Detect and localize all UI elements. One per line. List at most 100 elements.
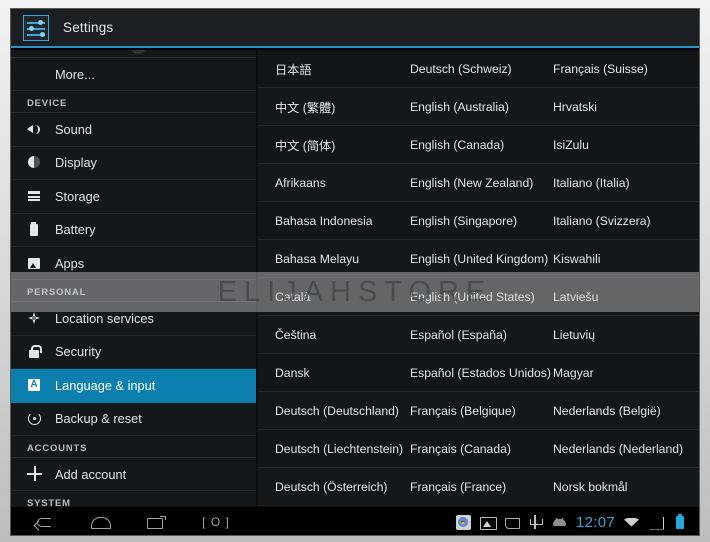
language-option[interactable]: Afrikaans <box>258 176 410 190</box>
usb-icon <box>528 514 543 530</box>
language-row[interactable]: Deutsch (Deutschland) Français (Belgique)… <box>258 392 699 430</box>
language-option[interactable]: Français (Belgique) <box>410 404 553 418</box>
language-option[interactable]: Deutsch (Österreich) <box>258 480 410 494</box>
sidebar-item-label: Backup & reset <box>55 411 142 427</box>
language-option[interactable]: Italiano (Italia) <box>553 176 698 190</box>
language-row[interactable]: 中文 (简体) English (Canada) IsiZulu <box>258 126 699 164</box>
language-option[interactable]: English (Australia) <box>410 100 553 114</box>
screen: Settings More... DEVICE Sound Display Storag… <box>10 8 700 536</box>
signal-icon <box>648 515 663 530</box>
language-option[interactable]: Nederlands (Nederland) <box>553 442 698 456</box>
sidebar-item-label: More... <box>55 66 95 82</box>
sound-icon <box>27 122 42 137</box>
language-option[interactable]: Norsk bokmål <box>553 480 698 494</box>
battery-icon <box>27 222 42 237</box>
sidebar-item-label: Location services <box>55 311 154 327</box>
language-option[interactable]: Magyar <box>553 366 698 380</box>
language-option[interactable]: Čeština <box>258 328 410 342</box>
language-option[interactable]: Lietuvių <box>553 328 698 342</box>
sidebar-item-label: Display <box>55 155 97 171</box>
language-option[interactable]: Français (Canada) <box>410 442 553 456</box>
language-option[interactable]: Deutsch (Schweiz) <box>410 62 553 76</box>
sidebar-item-language-input[interactable]: Language & input <box>11 369 256 403</box>
sidebar-item-more[interactable]: More... <box>11 58 256 92</box>
sdcard-icon <box>504 515 520 530</box>
sidebar-item-label: Add account <box>55 466 127 482</box>
home-icon[interactable] <box>89 514 111 531</box>
sidebar-item-location-services[interactable]: Location services <box>11 302 256 336</box>
gallery-icon <box>479 515 497 530</box>
language-option[interactable]: Hrvatski <box>553 100 698 114</box>
location-icon <box>27 311 42 326</box>
language-option[interactable]: English (Canada) <box>410 138 553 152</box>
battery-charging-icon <box>672 514 687 530</box>
language-option[interactable]: Español (Estados Unidos) <box>410 366 553 380</box>
language-option[interactable]: 日本語 <box>258 60 410 78</box>
sidebar-item-label: Storage <box>55 188 100 204</box>
language-option[interactable]: Latviešu <box>553 290 698 304</box>
language-option[interactable]: Català <box>258 290 410 304</box>
language-option[interactable]: Français (France) <box>410 480 553 494</box>
language-option[interactable]: Français (Suisse) <box>553 62 698 76</box>
chrome-icon <box>455 514 471 530</box>
language-row[interactable]: Bahasa Melayu English (United Kingdom) Kis… <box>258 240 699 278</box>
recent-apps-icon[interactable] <box>145 514 167 531</box>
sidebar-item-storage[interactable]: Storage <box>11 180 256 214</box>
sidebar-item-security[interactable]: Security <box>11 335 256 370</box>
sidebar-item-battery[interactable]: Battery <box>11 213 256 247</box>
language-row[interactable]: Čeština Español (España) Lietuvių <box>258 316 699 354</box>
language-option[interactable]: Deutsch (Liechtenstein) <box>258 442 410 456</box>
language-row[interactable]: 日本語 Deutsch (Schweiz) Français (Suisse) <box>258 50 699 88</box>
sidebar-item-apps[interactable]: Apps <box>11 246 256 281</box>
language-row[interactable]: Català English (United States) Latviešu <box>258 278 699 316</box>
language-option[interactable]: Deutsch (Deutschland) <box>258 404 410 418</box>
settings-sidebar[interactable]: More... DEVICE Sound Display Storage Battery A… <box>11 50 256 507</box>
language-option[interactable]: English (New Zealand) <box>410 176 553 190</box>
sidebar-item-sound[interactable]: Sound <box>11 113 256 147</box>
sidebar-scroll-edge <box>11 50 256 58</box>
language-option[interactable]: Bahasa Melayu <box>258 252 410 266</box>
sidebar-item-add-account[interactable]: Add account <box>11 457 256 492</box>
language-option[interactable]: English (Singapore) <box>410 214 553 228</box>
system-bar[interactable]: [ O ] 12:07 <box>11 507 699 535</box>
language-row[interactable]: Afrikaans English (New Zealand) Italiano (… <box>258 164 699 202</box>
status-icons[interactable]: 12:07 <box>455 513 699 531</box>
language-list-panel[interactable]: 日本語 Deutsch (Schweiz) Français (Suisse) 中文 … <box>256 50 699 507</box>
language-option[interactable]: Español (España) <box>410 328 553 342</box>
sidebar-item-label: Sound <box>55 122 93 138</box>
sidebar-item-label: Apps <box>55 255 85 271</box>
content-area: More... DEVICE Sound Display Storage Battery A… <box>11 50 699 507</box>
language-option[interactable]: Nederlands (België) <box>553 404 698 418</box>
language-option[interactable]: English (United States) <box>410 290 553 304</box>
screenshot-icon[interactable]: [ O ] <box>201 514 231 531</box>
language-option[interactable]: English (United Kingdom) <box>410 252 553 266</box>
language-row[interactable]: Deutsch (Österreich) Français (France) Nor… <box>258 468 699 506</box>
sidebar-item-display[interactable]: Display <box>11 146 256 181</box>
language-option[interactable]: 中文 (简体) <box>258 136 410 154</box>
wifi-icon <box>624 515 639 530</box>
action-bar: Settings <box>11 9 699 48</box>
backup-icon <box>27 411 42 426</box>
language-option[interactable]: IsiZulu <box>553 138 698 152</box>
status-clock: 12:07 <box>575 513 615 531</box>
language-option[interactable]: Bahasa Indonesia <box>258 214 410 228</box>
sidebar-section-accounts: ACCOUNTS <box>11 435 256 458</box>
security-icon <box>27 344 42 359</box>
spacer-icon <box>27 67 42 82</box>
storage-icon <box>27 189 42 204</box>
apps-icon <box>27 256 42 271</box>
app-title: Settings <box>63 20 114 35</box>
android-debug-icon <box>552 515 567 530</box>
language-row[interactable]: Dansk Español (Estados Unidos) Magyar <box>258 354 699 392</box>
settings-sliders-icon <box>23 14 49 41</box>
language-option[interactable]: Italiano (Svizzera) <box>553 214 698 228</box>
sidebar-item-backup-reset[interactable]: Backup & reset <box>11 402 256 436</box>
language-row[interactable]: Deutsch (Liechtenstein) Français (Canada)… <box>258 430 699 468</box>
language-row[interactable]: Bahasa Indonesia English (Singapore) Itali… <box>258 202 699 240</box>
back-icon[interactable] <box>33 514 55 531</box>
language-row[interactable]: 中文 (繁體) English (Australia) Hrvatski <box>258 88 699 126</box>
navigation-buttons[interactable]: [ O ] <box>11 514 231 531</box>
language-option[interactable]: 中文 (繁體) <box>258 98 410 116</box>
language-option[interactable]: Kiswahili <box>553 252 698 266</box>
language-option[interactable]: Dansk <box>258 366 410 380</box>
